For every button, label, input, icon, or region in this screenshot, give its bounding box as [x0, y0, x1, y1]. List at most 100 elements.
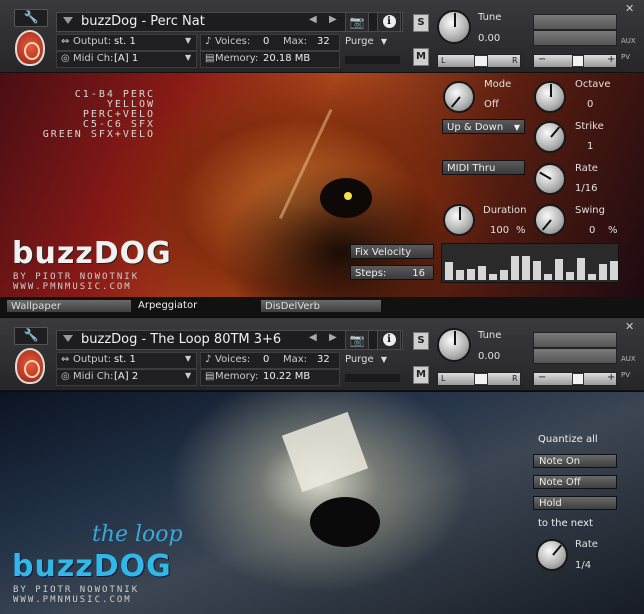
max-label: Max:	[283, 36, 308, 47]
midi-channel-selector[interactable]: ◎ Midi Ch: [A] 1 ▼	[56, 51, 197, 68]
close-icon[interactable]: ✕	[625, 2, 634, 15]
max-value[interactable]: 32	[317, 36, 330, 47]
rate-knob[interactable]	[536, 539, 568, 571]
step-bar[interactable]	[456, 270, 464, 280]
swing-knob[interactable]	[534, 204, 566, 236]
camera-icon[interactable]: 📷	[345, 12, 369, 32]
byline-author: BY PIOTR NOWOTNIK	[13, 585, 140, 595]
tune-knob[interactable]	[437, 328, 471, 362]
step-bar[interactable]	[555, 259, 563, 280]
strike-knob[interactable]	[534, 121, 566, 153]
aux-label: AUX	[621, 37, 636, 45]
pan-handle[interactable]	[474, 373, 488, 385]
volume-slider[interactable]: − +	[533, 372, 617, 386]
step-sequencer[interactable]	[441, 243, 619, 283]
instrument2-header: 🔧 buzzDog - The Loop 80TM 3+6 ◀ ▶ 📷 i ⇔ …	[0, 318, 644, 391]
prev-instrument-icon[interactable]: ◀	[309, 14, 317, 25]
step-bar[interactable]	[610, 261, 618, 280]
next-instrument-icon[interactable]: ▶	[329, 332, 337, 343]
pan-handle[interactable]	[474, 55, 488, 67]
voices-value: 0	[263, 36, 270, 47]
swing-value: 0	[589, 225, 596, 236]
octave-knob[interactable]	[534, 81, 566, 113]
step-bar[interactable]	[577, 258, 585, 280]
pv-label: PV	[621, 371, 631, 379]
memory-value: 20.18 MB	[263, 53, 311, 64]
voices-value: 0	[263, 354, 270, 365]
info-button[interactable]: i	[377, 12, 401, 32]
step-bar[interactable]	[533, 261, 541, 280]
pan-slider[interactable]: L R	[437, 372, 521, 386]
mute-button[interactable]: M	[413, 366, 429, 384]
output-selector[interactable]: ⇔ Output: st. 1 ▼	[56, 34, 197, 51]
swing-label: Swing	[575, 205, 605, 216]
note-on-button[interactable]: Note On	[533, 454, 617, 468]
mute-button[interactable]: M	[413, 48, 429, 66]
purge-menu[interactable]: Purge ▼	[345, 354, 400, 365]
instrument-title: buzzDog - Perc Nat	[81, 14, 205, 29]
prev-instrument-icon[interactable]: ◀	[309, 332, 317, 343]
pan-slider[interactable]: L R	[437, 54, 521, 68]
memory-display: ▤ Memory: 20.18 MB	[200, 51, 340, 68]
max-value[interactable]: 32	[317, 354, 330, 365]
step-bar[interactable]	[467, 269, 475, 280]
byline: BY PIOTR NOWOTNIK WWW.PMNMUSIC.COM	[13, 585, 139, 605]
volume-slider[interactable]: − +	[533, 54, 617, 68]
midi-channel-selector[interactable]: ◎ Midi Ch: [A] 2 ▼	[56, 369, 197, 386]
step-bar[interactable]	[489, 274, 497, 280]
memory-icon: ▤	[205, 53, 215, 64]
chevron-down-icon: ▼	[185, 53, 192, 62]
camera-icon[interactable]: 📷	[345, 330, 369, 350]
memory-display: ▤ Memory: 10.22 MB	[200, 369, 340, 386]
voices-icon: ♪	[205, 354, 212, 365]
step-bar[interactable]	[588, 274, 596, 280]
collapse-triangle-icon[interactable]	[63, 17, 73, 24]
midi-thru-button[interactable]: MIDI Thru	[442, 160, 525, 175]
wrench-icon[interactable]: 🔧	[14, 327, 48, 345]
steps-field[interactable]: Steps: 16	[350, 265, 434, 280]
strike-value: 1	[587, 141, 594, 152]
solo-button[interactable]: S	[413, 14, 429, 32]
memory-label: Memory:	[215, 53, 259, 64]
byline-url: WWW.PMNMUSIC.COM	[13, 595, 132, 605]
rate-value: 1/4	[575, 560, 592, 571]
tab-disdelverb[interactable]: DisDelVerb	[260, 299, 382, 313]
background-pick	[310, 497, 380, 547]
wrench-icon[interactable]: 🔧	[14, 9, 48, 27]
mode-knob[interactable]	[443, 81, 475, 113]
duration-knob[interactable]	[443, 204, 475, 236]
info-button[interactable]: i	[377, 330, 401, 350]
step-bar[interactable]	[478, 266, 486, 280]
step-bar[interactable]	[566, 272, 574, 280]
tab-arpeggiator[interactable]: Arpeggiator	[134, 299, 258, 313]
tab-wallpaper[interactable]: Wallpaper	[6, 299, 132, 313]
loop-panel: the loop buzzDOG BY PIOTR NOWOTNIK WWW.P…	[0, 392, 644, 614]
memory-icon: ▤	[205, 371, 215, 382]
collapse-triangle-icon[interactable]	[63, 335, 73, 342]
step-bar[interactable]	[544, 274, 552, 280]
purge-menu[interactable]: Purge ▼	[345, 36, 400, 47]
octave-label: Octave	[575, 79, 611, 90]
rate-knob[interactable]	[534, 163, 566, 195]
step-bar[interactable]	[445, 262, 453, 280]
hold-button[interactable]: Hold	[533, 496, 617, 510]
midi-label: Midi Ch:	[73, 371, 114, 382]
volume-handle[interactable]	[572, 373, 584, 385]
direction-dropdown[interactable]: Up & Down ▼	[442, 119, 525, 134]
volume-handle[interactable]	[572, 55, 584, 67]
step-bar[interactable]	[522, 256, 530, 280]
output-label: Output:	[73, 36, 112, 47]
close-icon[interactable]: ✕	[625, 320, 634, 333]
output-icon: ⇔	[61, 354, 70, 365]
info-icon: i	[382, 15, 396, 28]
step-bar[interactable]	[500, 270, 508, 280]
step-bar[interactable]	[511, 256, 519, 280]
step-bar[interactable]	[599, 264, 607, 280]
next-instrument-icon[interactable]: ▶	[329, 14, 337, 25]
aux-meter-2	[533, 348, 617, 364]
output-selector[interactable]: ⇔ Output: st. 1 ▼	[56, 352, 197, 369]
note-off-button[interactable]: Note Off	[533, 475, 617, 489]
solo-button[interactable]: S	[413, 332, 429, 350]
tune-knob[interactable]	[437, 10, 471, 44]
fix-velocity-button[interactable]: Fix Velocity	[350, 244, 434, 259]
